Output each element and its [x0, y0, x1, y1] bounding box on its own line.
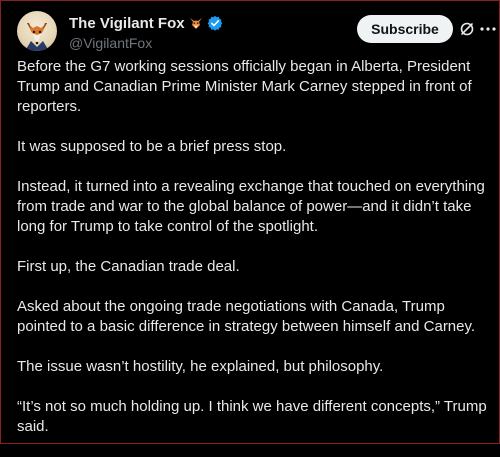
grok-icon[interactable] — [459, 21, 475, 37]
post-paragraph: It was supposed to be a brief press stop… — [17, 138, 287, 155]
display-name[interactable]: The Vigilant Fox — [69, 15, 185, 32]
display-name-row: The Vigilant Fox — [69, 13, 223, 33]
post-paragraph: Before the G7 working sessions officiall… — [17, 58, 472, 115]
subscribe-button[interactable]: Subscribe — [357, 15, 453, 43]
post-paragraph: First up, the Canadian trade deal. — [17, 258, 240, 275]
post-paragraph: Instead, it turned into a revealing exch… — [17, 178, 485, 235]
post-text: Before the G7 working sessions officiall… — [17, 57, 487, 457]
post-paragraph: Asked about the ongoing trade negotiatio… — [17, 298, 476, 335]
post-paragraph: “It’s not so much holding up. I think we… — [17, 398, 487, 435]
author-handle[interactable]: @VigilantFox — [69, 35, 223, 51]
fox-avatar-icon — [25, 23, 49, 51]
post-paragraph: The issue wasn’t hostility, he explained… — [17, 358, 384, 375]
author-names: The Vigilant Fox @VigilantFox — [69, 13, 223, 51]
fox-face-icon — [189, 16, 203, 30]
post-card: The Vigilant Fox @VigilantFox Subscribe … — [0, 0, 500, 444]
post-header: The Vigilant Fox @VigilantFox Subscribe — [13, 11, 496, 51]
avatar[interactable] — [17, 11, 57, 51]
verified-badge-icon[interactable] — [207, 15, 223, 31]
more-options-icon[interactable] — [479, 21, 497, 37]
